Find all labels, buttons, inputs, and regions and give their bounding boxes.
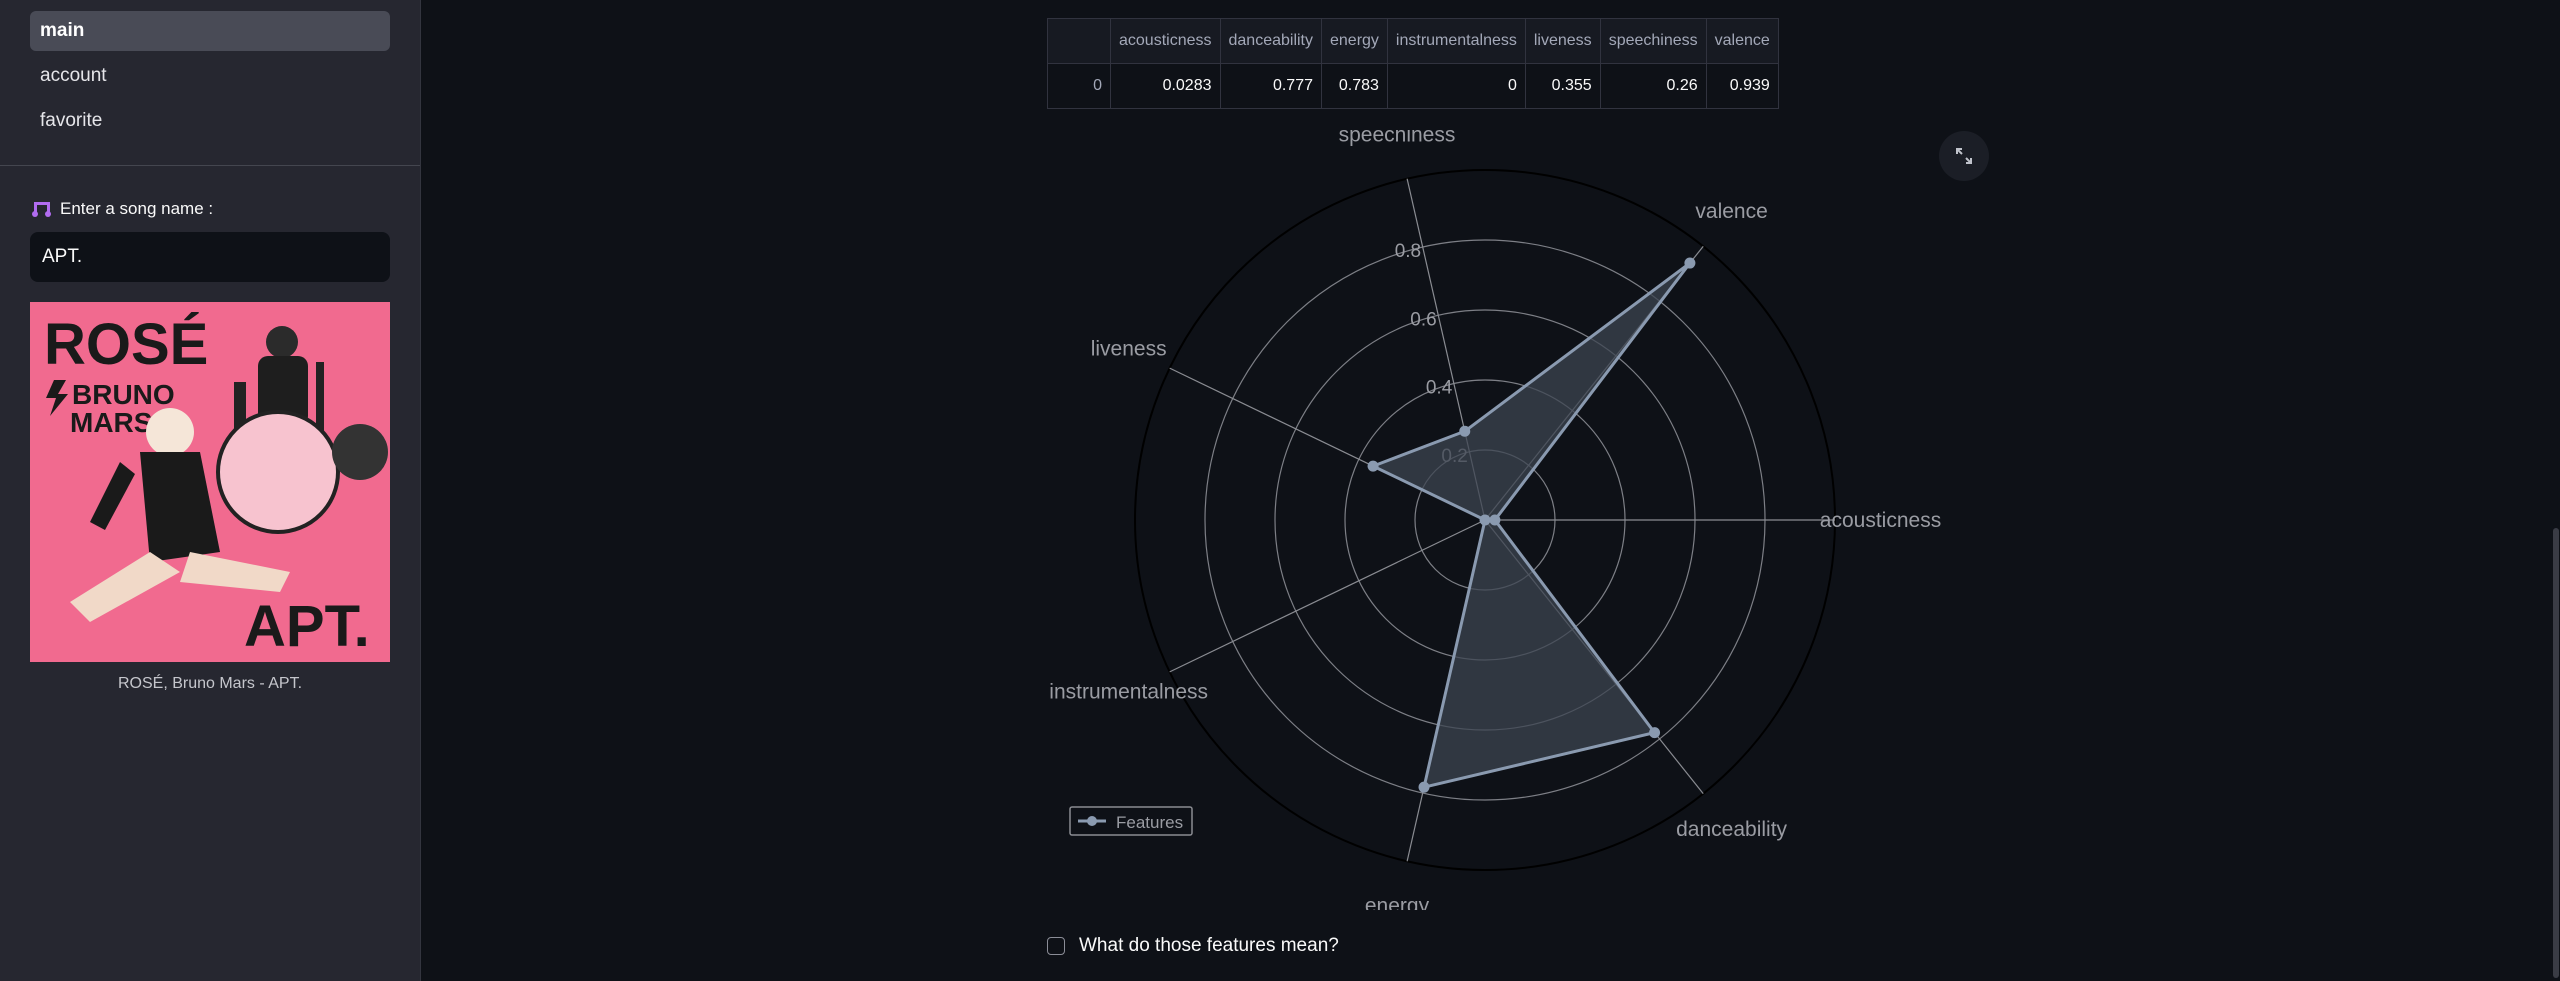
radar-tick-label-4: 0.8 <box>1395 241 1421 262</box>
radar-axis-label-acousticness: acousticness <box>1820 509 1941 532</box>
radar-axis-label-instrumentalness: instrumentalness <box>1049 681 1208 704</box>
radar-point-liveness <box>1367 460 1379 472</box>
radar-spoke-instrumentalness <box>1169 519 1486 673</box>
radar-point-acousticness <box>1489 514 1501 526</box>
table-cell-liveness: 0.355 <box>1524 63 1601 109</box>
radar-point-valence <box>1684 257 1696 269</box>
radar-point-speechiness <box>1459 425 1471 437</box>
table-cell-energy: 0.783 <box>1321 63 1388 109</box>
table-cell-instrumentalness: 0 <box>1386 63 1526 109</box>
legend-marker-icon <box>1087 816 1097 826</box>
cover-title-line3: MARS <box>70 407 152 438</box>
table-cell-index: 0 <box>1047 63 1111 109</box>
table-header-instrumentalness: instrumentalness <box>1386 18 1526 64</box>
table-header-danceability: danceability <box>1219 18 1322 64</box>
radar-point-danceability <box>1649 727 1661 739</box>
sidebar: main account favorite Enter a song name … <box>0 0 421 981</box>
radar-point-instrumentalness <box>1479 514 1491 526</box>
sidebar-divider <box>0 165 420 166</box>
features-help-checkbox[interactable]: What do those features mean? <box>1047 935 1339 957</box>
checkbox-label: What do those features mean? <box>1079 935 1339 956</box>
table-header-acousticness: acousticness <box>1110 18 1221 64</box>
radar-tick-label-2: 0.4 <box>1426 378 1453 399</box>
table-header-index <box>1047 18 1111 64</box>
album-caption: ROSÉ, Bruno Mars - APT. <box>117 675 303 692</box>
table-cell-acousticness: 0.0283 <box>1110 63 1221 109</box>
table-cell-danceability: 0.777 <box>1219 63 1322 109</box>
song-name-label: Enter a song name : <box>32 199 213 219</box>
radar-axis-label-speechiness: speechiness <box>1339 130 1456 146</box>
table-header-row: acousticness danceability energy instrum… <box>1047 18 1779 64</box>
table-header-liveness: liveness <box>1524 18 1601 64</box>
radar-point-energy <box>1418 781 1430 793</box>
cover-title-line1: ROSÉ <box>44 312 208 377</box>
album-cover-image: ROSÉ BRUNO MARS APT. <box>30 302 390 662</box>
table-header-speechiness: speechiness <box>1599 18 1707 64</box>
table-cell-speechiness: 0.26 <box>1599 63 1707 109</box>
radar-axis-label-danceability: danceability <box>1676 818 1787 841</box>
features-table: acousticness danceability energy instrum… <box>1047 18 1779 109</box>
song-label-text: Enter a song name : <box>60 199 214 218</box>
table-cell-valence: 0.939 <box>1705 63 1779 109</box>
cover-title-line2: BRUNO <box>72 379 175 410</box>
radar-tick-label-3: 0.6 <box>1410 309 1436 330</box>
music-note-icon <box>32 202 51 217</box>
table-row: 0 0.0283 0.777 0.783 0 0.355 0.26 0.939 <box>1047 63 1779 109</box>
song-search-input[interactable] <box>30 232 390 282</box>
scrollbar[interactable] <box>2553 528 2559 978</box>
radar-axis-label-energy: energy <box>1365 895 1430 910</box>
nav-item-favorite[interactable]: favorite <box>30 101 390 141</box>
radar-legend: Features <box>1069 806 1193 836</box>
radar-axis-label-valence: valence <box>1695 200 1767 223</box>
checkbox-box[interactable] <box>1047 937 1065 955</box>
nav-item-account[interactable]: account <box>30 56 390 96</box>
nav-item-main[interactable]: main <box>30 11 390 51</box>
radar-chart: 0.20.40.60.8acousticnessdanceabilityener… <box>1049 130 1941 910</box>
radar-axis-label-liveness: liveness <box>1091 337 1167 360</box>
cover-album-word: APT. <box>244 594 370 659</box>
legend-label: Features <box>1116 813 1183 832</box>
table-header-valence: valence <box>1705 18 1779 64</box>
radar-series-polygon <box>1371 261 1692 789</box>
table-header-energy: energy <box>1321 18 1388 64</box>
